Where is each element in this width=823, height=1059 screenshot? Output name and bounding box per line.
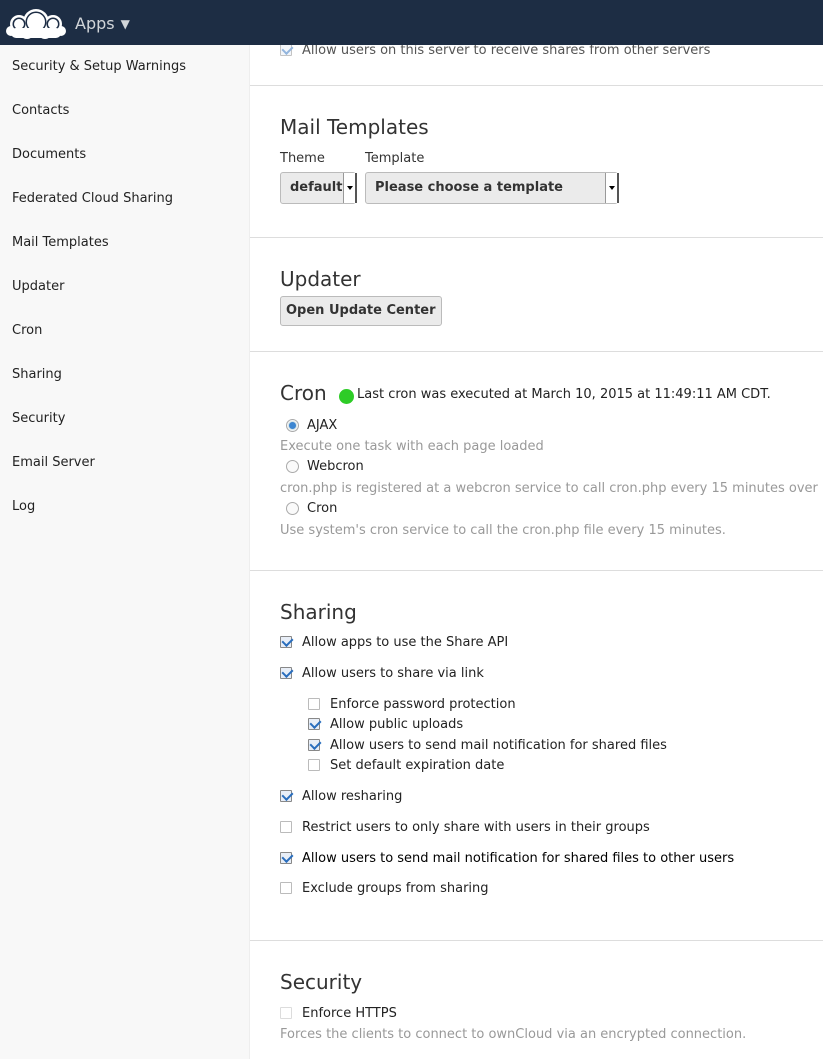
top-header: Apps ▼	[0, 0, 823, 45]
enforce-https-checkbox[interactable]	[280, 1007, 292, 1019]
cron-webcron-hint: cron.php is registered at a webcron serv…	[280, 481, 823, 496]
mail-notification-label: Allow users to send mail notification fo…	[330, 738, 667, 753]
cron-system-radio[interactable]	[286, 502, 299, 515]
chevron-down-icon	[605, 173, 617, 203]
theme-select[interactable]: default	[280, 172, 356, 204]
mail-other-users-checkbox[interactable]	[280, 852, 292, 864]
sidebar-item-federated-cloud-sharing[interactable]: Federated Cloud Sharing	[0, 177, 249, 221]
public-uploads-checkbox[interactable]	[308, 718, 320, 730]
cron-ajax-label: AJAX	[307, 418, 338, 433]
sharing-section: Sharing Allow apps to use the Share API …	[250, 571, 823, 941]
cron-title: Cron	[280, 381, 327, 405]
enforce-password-checkbox[interactable]	[308, 698, 320, 710]
expiration-date-label: Set default expiration date	[330, 758, 505, 773]
sharing-title: Sharing	[280, 600, 357, 624]
sidebar-item-log[interactable]: Log	[0, 485, 249, 529]
mail-templates-section: Mail Templates Theme Template default Pl…	[250, 86, 823, 238]
updater-section: Updater Open Update Center	[250, 238, 823, 352]
cron-ajax-radio[interactable]	[286, 419, 299, 432]
chevron-down-icon	[343, 173, 355, 203]
apps-menu[interactable]: Apps ▼	[75, 0, 130, 45]
security-title: Security	[280, 970, 363, 994]
share-link-label: Allow users to share via link	[302, 666, 484, 681]
sidebar-item-security[interactable]: Security	[0, 397, 249, 441]
exclude-groups-checkbox[interactable]	[280, 882, 292, 894]
security-section: Security Enforce HTTPS Forces the client…	[250, 941, 823, 1059]
exclude-groups-label: Exclude groups from sharing	[302, 881, 489, 896]
mail-notification-checkbox[interactable]	[308, 739, 320, 751]
mail-other-users-label: Allow users to send mail notification fo…	[302, 851, 735, 866]
sidebar-item-contacts[interactable]: Contacts	[0, 89, 249, 133]
cron-status-icon	[339, 389, 354, 404]
apps-caret-icon: ▼	[120, 17, 130, 31]
settings-sidebar: Security & Setup Warnings Contacts Documen…	[0, 45, 250, 1059]
resharing-label: Allow resharing	[302, 789, 403, 804]
sidebar-item-updater[interactable]: Updater	[0, 265, 249, 309]
cron-system-hint: Use system's cron service to call the cr…	[280, 523, 726, 538]
sidebar-item-sharing[interactable]: Sharing	[0, 353, 249, 397]
receive-shares-checkbox[interactable]	[280, 45, 292, 56]
template-label: Template	[365, 151, 425, 166]
cron-webcron-radio[interactable]	[286, 460, 299, 473]
cron-status-text: Last cron was executed at March 10, 2015…	[357, 387, 771, 402]
enforce-https-hint: Forces the clients to connect to ownClou…	[280, 1027, 747, 1042]
theme-label: Theme	[280, 151, 325, 166]
restrict-groups-label: Restrict users to only share with users …	[302, 820, 650, 835]
receive-shares-label: Allow users on this server to receive sh…	[302, 45, 711, 58]
restrict-groups-checkbox[interactable]	[280, 821, 292, 833]
sidebar-item-security-setup-warnings[interactable]: Security & Setup Warnings	[0, 45, 249, 89]
expiration-date-checkbox[interactable]	[308, 759, 320, 771]
enforce-password-label: Enforce password protection	[330, 697, 516, 712]
settings-content: Allow users on this server to receive sh…	[250, 45, 823, 1059]
share-api-checkbox[interactable]	[280, 636, 292, 648]
share-link-checkbox[interactable]	[280, 667, 292, 679]
template-select-value: Please choose a template	[375, 180, 563, 195]
resharing-checkbox[interactable]	[280, 790, 292, 802]
enforce-https-label: Enforce HTTPS	[302, 1006, 397, 1021]
theme-select-value: default	[290, 180, 343, 195]
owncloud-logo-icon[interactable]	[5, 4, 67, 40]
sidebar-item-cron[interactable]: Cron	[0, 309, 249, 353]
sidebar-item-mail-templates[interactable]: Mail Templates	[0, 221, 249, 265]
updater-title: Updater	[280, 267, 361, 291]
cron-ajax-hint: Execute one task with each page loaded	[280, 439, 544, 454]
apps-menu-label: Apps	[75, 14, 115, 33]
federated-sharing-section: Allow users on this server to receive sh…	[250, 45, 823, 86]
open-update-center-button[interactable]: Open Update Center	[280, 296, 442, 326]
cron-section: Cron Last cron was executed at March 10,…	[250, 352, 823, 571]
share-api-label: Allow apps to use the Share API	[302, 635, 509, 650]
cron-webcron-label: Webcron	[307, 459, 364, 474]
public-uploads-label: Allow public uploads	[330, 717, 464, 732]
cron-system-label: Cron	[307, 501, 338, 516]
mail-templates-title: Mail Templates	[280, 115, 429, 139]
sidebar-item-email-server[interactable]: Email Server	[0, 441, 249, 485]
sidebar-item-documents[interactable]: Documents	[0, 133, 249, 177]
template-select[interactable]: Please choose a template	[365, 172, 618, 204]
